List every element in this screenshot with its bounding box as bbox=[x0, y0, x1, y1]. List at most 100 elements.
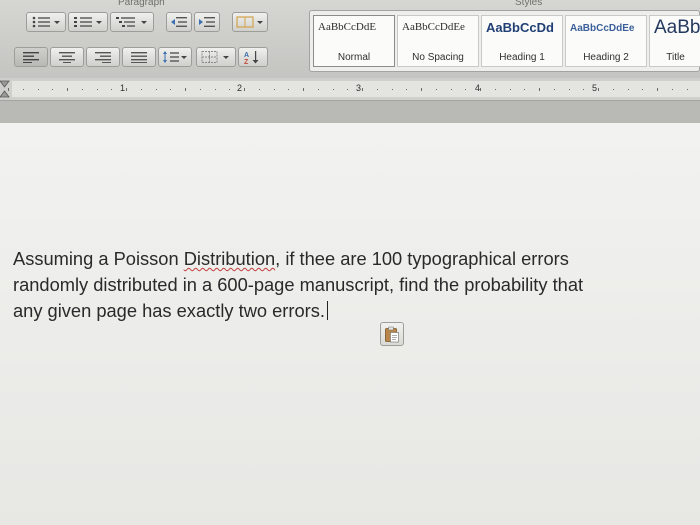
ruler-tick bbox=[465, 89, 467, 90]
columns-icon bbox=[236, 16, 263, 28]
line-spacing-button[interactable] bbox=[158, 47, 192, 67]
ruler-number: 3 bbox=[356, 83, 362, 93]
increase-indent-button[interactable] bbox=[194, 12, 220, 32]
ruler-tick bbox=[583, 89, 585, 90]
ruler-tick bbox=[52, 89, 54, 90]
style-title[interactable]: AaBb Title bbox=[649, 15, 700, 67]
style-heading-2[interactable]: AaBbCcDdEe Heading 2 bbox=[565, 15, 647, 67]
text-line-3: any given page has exactly two errors. bbox=[13, 298, 693, 324]
align-left-button[interactable] bbox=[14, 47, 48, 67]
grammar-flagged-word: Distribution bbox=[183, 248, 276, 269]
document-paragraph[interactable]: Assuming a Poisson Distribution, if thee… bbox=[13, 246, 693, 324]
ruler-tick bbox=[126, 88, 127, 91]
ruler-tick bbox=[347, 89, 349, 90]
paragraph-group-label: Paragraph bbox=[118, 0, 165, 8]
ruler-tick bbox=[421, 88, 422, 91]
text-line-1: Assuming a Poisson Distribution, if thee… bbox=[13, 246, 693, 272]
bullet-list-icon bbox=[32, 16, 60, 28]
justify-button[interactable] bbox=[122, 47, 156, 67]
ruler-tick bbox=[67, 88, 68, 91]
ruler-tick bbox=[539, 88, 540, 91]
ruler-tick bbox=[686, 89, 688, 90]
text-run: Assuming a Poisson bbox=[13, 248, 184, 269]
sort-az-icon: A Z bbox=[244, 51, 259, 64]
style-no-spacing[interactable]: AaBbCcDdEe No Spacing bbox=[397, 15, 479, 67]
ruler-tick bbox=[671, 89, 673, 90]
numbered-list-icon bbox=[74, 17, 102, 27]
sort-button[interactable]: A Z bbox=[238, 47, 268, 67]
ruler-tick bbox=[642, 89, 644, 90]
style-heading-1[interactable]: AaBbCcDd Heading 1 bbox=[481, 15, 563, 67]
ruler-tick bbox=[509, 89, 511, 90]
ruler-tick bbox=[317, 89, 319, 90]
ruler-tick bbox=[376, 89, 378, 90]
svg-text:Z: Z bbox=[244, 59, 249, 64]
ruler-tick bbox=[391, 89, 393, 90]
tab-stop-marker-icon[interactable] bbox=[0, 80, 12, 98]
line-spacing-icon bbox=[163, 51, 187, 63]
ruler-tick bbox=[494, 89, 496, 90]
style-name: Heading 2 bbox=[583, 52, 629, 63]
ruler-tick bbox=[524, 89, 526, 90]
decrease-indent-icon bbox=[171, 17, 187, 27]
numbered-list-button[interactable] bbox=[68, 12, 108, 32]
svg-text:A: A bbox=[244, 52, 249, 59]
ruler-tick bbox=[22, 89, 24, 90]
style-preview: AaBbCcDd bbox=[486, 20, 554, 35]
horizontal-ruler[interactable]: 1 2 3 4 5 bbox=[0, 78, 700, 101]
ruler-tick bbox=[332, 89, 334, 90]
align-center-icon bbox=[59, 52, 75, 63]
ruler-tick bbox=[81, 89, 83, 90]
document-page[interactable] bbox=[0, 123, 700, 525]
style-preview: AaBbCcDdEe bbox=[570, 23, 635, 34]
bullet-list-button[interactable] bbox=[26, 12, 66, 32]
borders-icon bbox=[201, 51, 229, 63]
decrease-indent-button[interactable] bbox=[166, 12, 192, 32]
borders-button[interactable] bbox=[196, 47, 236, 67]
columns-button[interactable] bbox=[232, 12, 268, 32]
ruler-tick bbox=[480, 88, 481, 91]
ruler-number: 5 bbox=[592, 83, 598, 93]
text-cursor bbox=[326, 301, 328, 320]
ruler-tick bbox=[657, 88, 658, 91]
ruler-tick bbox=[214, 89, 216, 90]
ribbon: Paragraph Styles A Z AaBbCcDdE Normal Aa… bbox=[0, 0, 700, 79]
style-preview: AaBbCcDdE bbox=[318, 21, 377, 33]
ruler-tick bbox=[435, 89, 437, 90]
multilevel-list-button[interactable] bbox=[110, 12, 154, 32]
ruler-tick bbox=[288, 89, 290, 90]
ruler-tick bbox=[362, 88, 363, 91]
align-left-icon bbox=[23, 52, 39, 63]
ruler-tick bbox=[450, 89, 452, 90]
ruler-tick bbox=[244, 88, 245, 91]
ruler-tick bbox=[303, 88, 304, 91]
ruler-tick bbox=[553, 89, 555, 90]
align-right-button[interactable] bbox=[86, 47, 120, 67]
align-center-button[interactable] bbox=[50, 47, 84, 67]
ruler-tick bbox=[185, 88, 186, 91]
styles-gallery: AaBbCcDdE Normal AaBbCcDdEe No Spacing A… bbox=[309, 10, 700, 72]
text-run: any given page has exactly two errors. bbox=[13, 300, 325, 321]
style-preview: AaBbCcDdEe bbox=[402, 21, 465, 33]
paste-options-button[interactable] bbox=[380, 322, 404, 346]
styles-group-label: Styles bbox=[515, 0, 543, 8]
ruler-tick bbox=[111, 89, 113, 90]
paste-options-icon bbox=[385, 326, 399, 342]
increase-indent-icon bbox=[199, 17, 215, 27]
justify-icon bbox=[131, 52, 147, 63]
align-right-icon bbox=[95, 52, 111, 63]
page-top-margin bbox=[0, 101, 700, 123]
ruler-tick bbox=[37, 89, 39, 90]
ruler-tick bbox=[199, 89, 201, 90]
ruler-tick bbox=[170, 89, 172, 90]
style-normal[interactable]: AaBbCcDdE Normal bbox=[313, 15, 395, 67]
style-name: No Spacing bbox=[412, 52, 464, 63]
text-line-2: randomly distributed in a 600-page manus… bbox=[13, 274, 584, 295]
ruler-tick bbox=[155, 89, 157, 90]
style-preview: AaBb bbox=[654, 17, 700, 38]
ruler-tick bbox=[406, 89, 408, 90]
ruler-tick bbox=[273, 89, 275, 90]
ruler-tick bbox=[627, 89, 629, 90]
ruler-tick bbox=[568, 89, 570, 90]
multilevel-list-icon bbox=[116, 17, 147, 27]
